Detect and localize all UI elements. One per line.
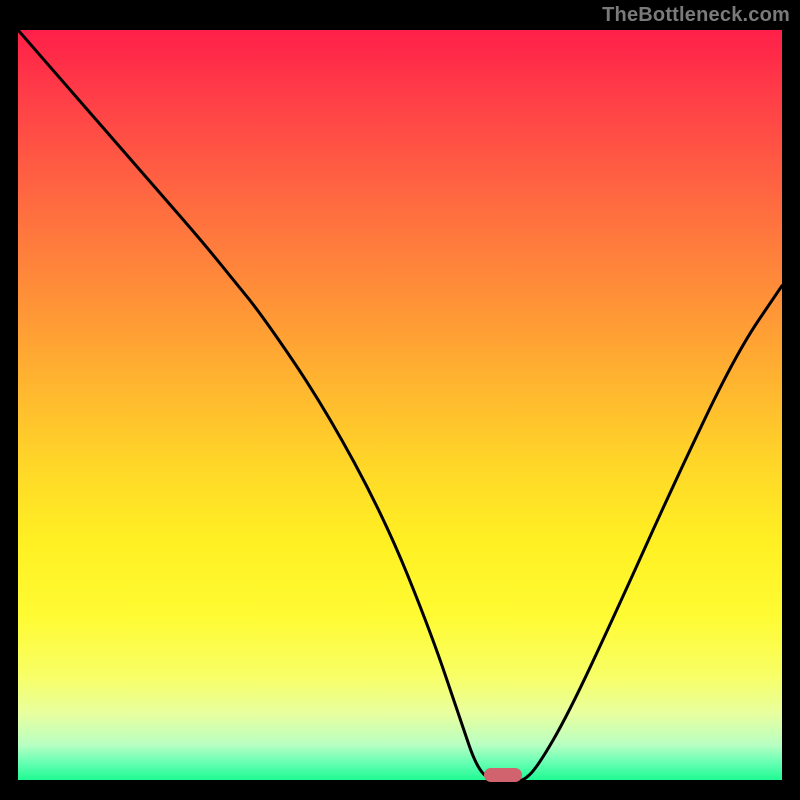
optimum-marker	[484, 768, 522, 782]
plot-area	[18, 30, 782, 782]
x-axis-baseline	[18, 780, 782, 782]
chart-frame: TheBottleneck.com	[0, 0, 800, 800]
watermark-text: TheBottleneck.com	[602, 4, 790, 27]
bottleneck-curve	[18, 30, 782, 782]
